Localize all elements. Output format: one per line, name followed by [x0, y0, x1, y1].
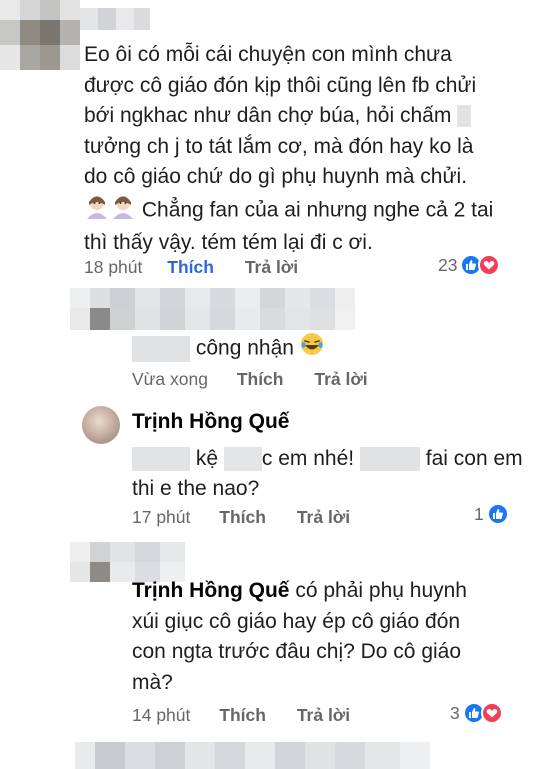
comment-line: mà?	[132, 670, 173, 694]
reaction-summary[interactable]: 1	[474, 503, 509, 525]
comment-meta: 17 phút Thích Trả lời	[132, 507, 350, 528]
comment-meta: 18 phút Thích Trả lời	[84, 257, 298, 278]
reply-text: Trịnh Hồng Quế kệ c em nhé! fai con em t…	[132, 407, 523, 505]
reaction-summary[interactable]: 3	[450, 702, 503, 724]
blurred-word	[132, 446, 190, 471]
blurred-username	[80, 8, 150, 30]
comment-line: Chẳng fan của ai nhưng nghe cả 2 tai	[84, 193, 493, 229]
comment-line: Trịnh Hồng Quế có phải phụ huynh	[132, 579, 467, 602]
blurred-word	[359, 446, 420, 471]
comment-line: được cô giáo đón kịp thôi cũng lên fb ch…	[84, 73, 477, 97]
heart-icon	[478, 254, 501, 276]
reply-button[interactable]: Trả lời	[245, 257, 298, 277]
comment-time[interactable]: Vừa xong	[132, 369, 208, 389]
reaction-count: 3	[450, 702, 460, 723]
reaction-count: 23	[438, 254, 458, 275]
blurred-next-comment	[75, 742, 430, 769]
laughing-tears-emoji	[300, 332, 324, 366]
reply-button[interactable]: Trả lời	[297, 507, 350, 527]
comment-line: Eo ôi có mỗi cái chuyện con mình chưa	[84, 43, 452, 66]
reply-text: công nhận	[132, 332, 324, 366]
like-button[interactable]: Thích	[219, 507, 266, 527]
comment-time[interactable]: 14 phút	[132, 705, 190, 725]
comment-text: Eo ôi có mỗi cái chuyện con mình chưa đư…	[84, 40, 493, 259]
comment-line: kệ c em nhé! fai con em	[132, 444, 523, 475]
avatar[interactable]	[82, 406, 120, 444]
blurred-avatar	[0, 0, 80, 70]
reaction-count: 1	[474, 503, 484, 524]
blurred-word	[223, 446, 262, 471]
person-raising-hand-emoji	[110, 193, 136, 229]
comment-meta: Vừa xong Thích Trả lời	[132, 369, 368, 390]
person-raising-hand-emoji	[84, 193, 110, 229]
comment-meta: 14 phút Thích Trả lời	[132, 705, 350, 726]
thumbs-up-icon	[486, 503, 509, 525]
comment-author[interactable]: Trịnh Hồng Quế	[132, 579, 290, 602]
comment-line: thi e the nao?	[132, 477, 260, 500]
reply-button[interactable]: Trả lời	[314, 369, 367, 389]
comment-author[interactable]: Trịnh Hồng Quế	[132, 407, 523, 438]
like-button[interactable]: Thích	[237, 369, 284, 389]
like-button[interactable]: Thích	[219, 705, 266, 725]
comment-line: do cô giáo chứ do gì phụ huynh mà chửi.	[84, 165, 468, 188]
comment-time[interactable]: 17 phút	[132, 507, 190, 527]
comment-line: xúi giục cô giáo hay ép cô giáo đón	[132, 609, 461, 633]
blurred-word	[132, 335, 190, 362]
reply-button[interactable]: Trả lời	[297, 705, 350, 725]
reaction-summary[interactable]: 23	[438, 254, 501, 276]
comment-line: tưởng ch j to tát lắm cơ, mà đón hay ko …	[84, 134, 474, 158]
comment-line: con ngta trước đâu chị? Do cô giáo	[132, 640, 462, 663]
heart-icon	[480, 702, 503, 724]
comment-line: công nhận	[132, 332, 324, 366]
comment-line: thì thấy vậy. tém tém lại đi c ơi.	[84, 231, 373, 254]
comment-time[interactable]: 18 phút	[84, 257, 142, 277]
blurred-word	[457, 105, 472, 128]
like-button[interactable]: Thích	[167, 257, 214, 277]
blurred-reply-header	[70, 288, 355, 330]
comment-line: bới ngkhac như dân chợ búa, hỏi chấm	[84, 101, 493, 132]
reply-text: Trịnh Hồng Quế có phải phụ huynh xúi giụ…	[132, 576, 467, 698]
